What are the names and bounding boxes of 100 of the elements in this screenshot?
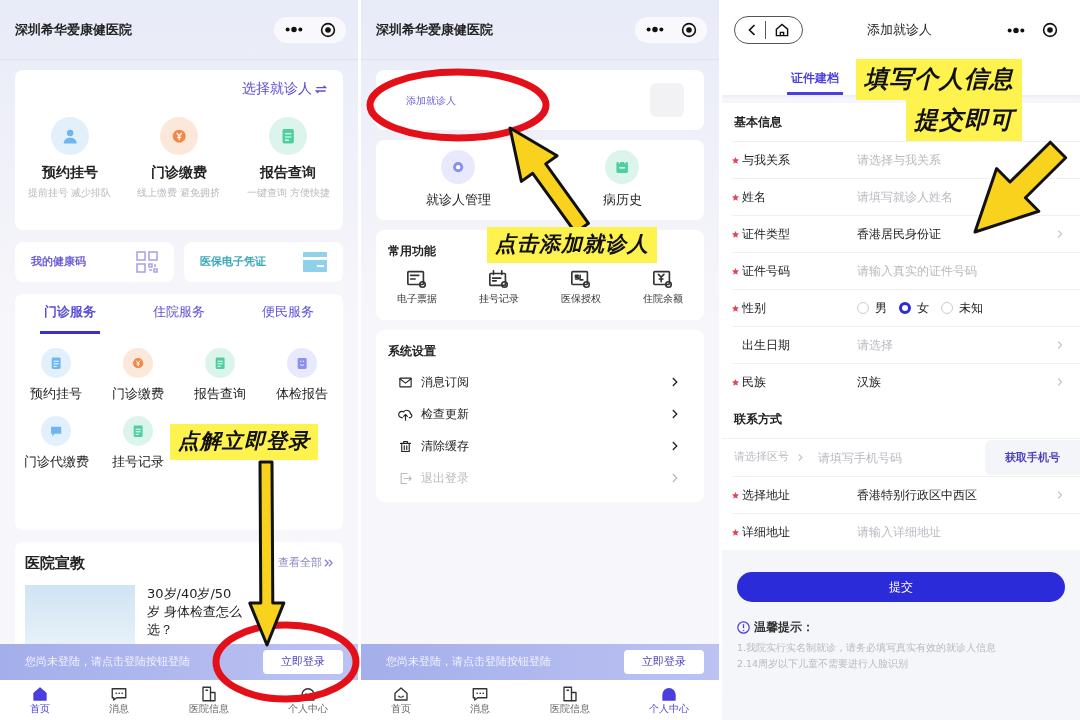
section-title: 联系方式 xyxy=(734,411,782,428)
tips-title: 温馨提示： xyxy=(754,619,814,636)
profile-icon[interactable] xyxy=(660,685,679,703)
message-icon[interactable] xyxy=(110,685,129,703)
action-label: 病历史 xyxy=(602,191,642,210)
section-title: 医院宣教 xyxy=(25,553,85,574)
input-field[interactable]: 请输入详细地址 xyxy=(857,523,1080,541)
field-label: 与我关系 xyxy=(742,152,790,169)
function-label: 电子票据 xyxy=(397,292,437,306)
calendar-icon[interactable] xyxy=(488,268,510,290)
page-title: 添加就诊人 xyxy=(866,21,933,40)
function-label: 挂号记录 xyxy=(479,292,519,306)
callout-label: 点解立即登录 xyxy=(170,424,318,460)
get-phone-button[interactable]: 获取手机号 xyxy=(985,439,1080,476)
more-icon[interactable] xyxy=(284,24,304,35)
service-label: 体检报告 xyxy=(276,385,328,403)
article-title[interactable]: 30岁/40岁/50岁 身体检查怎么选？ xyxy=(147,584,243,640)
view-all-link[interactable]: 查看全部 xyxy=(278,555,333,572)
select-patient-link[interactable]: 选择就诊人 xyxy=(242,78,327,99)
login-message: 您尚未登陆，请点击登陆按钮登陆 xyxy=(386,654,551,670)
app-title: 深圳希华爱康健医院 xyxy=(376,20,493,39)
service-label: 挂号记录 xyxy=(112,452,164,471)
required-icon xyxy=(732,156,739,164)
field-label: 出生日期 xyxy=(742,337,790,354)
radio-button[interactable] xyxy=(899,302,911,314)
clipboard-icon[interactable] xyxy=(287,348,317,378)
home-icon[interactable] xyxy=(30,685,49,703)
tab[interactable]: 门诊服务 xyxy=(39,294,100,334)
target-icon[interactable] xyxy=(681,21,697,38)
required-icon xyxy=(732,230,739,238)
building-icon[interactable] xyxy=(199,685,218,703)
tab[interactable]: 证件建档 xyxy=(787,60,843,95)
shortcut-card[interactable]: 我的健康码 xyxy=(15,242,174,282)
login-button[interactable]: 立即登录 xyxy=(263,649,343,675)
service-name: 预约挂号 xyxy=(41,163,98,182)
card-icon[interactable] xyxy=(570,268,592,290)
service-name: 门诊缴费 xyxy=(151,163,207,182)
menu-capsule[interactable] xyxy=(635,16,707,43)
required-icon xyxy=(732,267,739,275)
settings-item[interactable]: 清除缓存 xyxy=(376,430,704,463)
nav-tab[interactable]: 首页 xyxy=(390,685,411,715)
field-label: 选择地址 xyxy=(742,487,790,504)
trash-icon[interactable] xyxy=(398,438,413,454)
swap-icon xyxy=(315,83,327,94)
gear-icon[interactable] xyxy=(441,150,475,185)
nav-tab[interactable]: 医院信息 xyxy=(188,685,229,715)
target-icon[interactable] xyxy=(1042,22,1058,38)
yen-document-icon[interactable] xyxy=(652,268,674,290)
more-icon[interactable] xyxy=(645,24,665,35)
tab[interactable]: 住院服务 xyxy=(149,294,209,334)
nav-tab[interactable]: 个人中心 xyxy=(288,685,329,715)
select-field[interactable]: 香港特别行政区中西区 xyxy=(857,486,1080,504)
message-icon[interactable] xyxy=(471,685,490,703)
required-icon xyxy=(732,304,739,312)
input-field[interactable]: 请填写就诊人姓名 xyxy=(857,188,1080,206)
info-icon xyxy=(737,620,750,634)
function-label: 住院余额 xyxy=(643,292,683,306)
tab[interactable]: 便民服务 xyxy=(258,294,319,334)
home-icon[interactable] xyxy=(774,22,790,38)
service-name: 报告查询 xyxy=(260,163,317,182)
select-field[interactable]: 汉族 xyxy=(857,373,1080,391)
field-label: 性别 xyxy=(742,300,766,317)
section-title: 基本信息 xyxy=(734,114,782,131)
required-icon xyxy=(732,528,739,536)
field-label: 证件号码 xyxy=(742,263,790,280)
section-title: 系统设置 xyxy=(388,343,436,361)
callout-label: 提交即可 xyxy=(906,100,1022,142)
qr-code-icon xyxy=(136,251,158,273)
settings-item[interactable]: 检查更新 xyxy=(376,398,704,431)
target-icon[interactable] xyxy=(320,21,336,38)
input-field[interactable]: 请输入真实的证件号码 xyxy=(857,262,1080,280)
callout-label: 填写个人信息 xyxy=(856,59,1022,101)
field-label: 姓名 xyxy=(742,189,766,206)
app-title: 深圳希华爱康健医院 xyxy=(15,20,132,39)
select-field[interactable]: 香港居民身份证 xyxy=(857,225,1080,243)
profile-icon[interactable] xyxy=(299,685,318,703)
building-icon[interactable] xyxy=(560,685,579,703)
field-label: 证件类型 xyxy=(742,226,790,243)
nav-tab[interactable]: 消息 xyxy=(470,685,491,715)
submit-button[interactable]: 提交 xyxy=(737,572,1065,602)
home-icon[interactable] xyxy=(391,685,410,703)
required-icon xyxy=(732,378,739,386)
settings-item[interactable]: 消息订阅 xyxy=(376,366,704,399)
radio-label: 女 xyxy=(917,300,929,317)
section-title: 常用功能 xyxy=(388,243,436,260)
add-patient-link[interactable]: 添加就诊人 xyxy=(406,92,456,108)
mail-icon[interactable] xyxy=(398,374,413,390)
service-label: 预约挂号 xyxy=(30,385,82,403)
login-button[interactable]: 立即登录 xyxy=(624,649,704,675)
menu-capsule[interactable] xyxy=(274,16,346,43)
phone-input[interactable]: 请填写手机号码 xyxy=(818,448,968,467)
receipt-icon[interactable] xyxy=(406,268,428,290)
nav-tab[interactable]: 消息 xyxy=(109,685,130,715)
back-icon[interactable] xyxy=(747,23,757,37)
nav-tab[interactable]: 个人中心 xyxy=(649,685,690,715)
service-label: 门诊代缴费 xyxy=(23,452,89,471)
function-label: 医保授权 xyxy=(561,292,601,306)
nav-tab[interactable]: 医院信息 xyxy=(549,685,590,715)
callout-label: 点击添加就诊人 xyxy=(487,227,657,263)
nav-tab[interactable]: 首页 xyxy=(29,685,50,715)
